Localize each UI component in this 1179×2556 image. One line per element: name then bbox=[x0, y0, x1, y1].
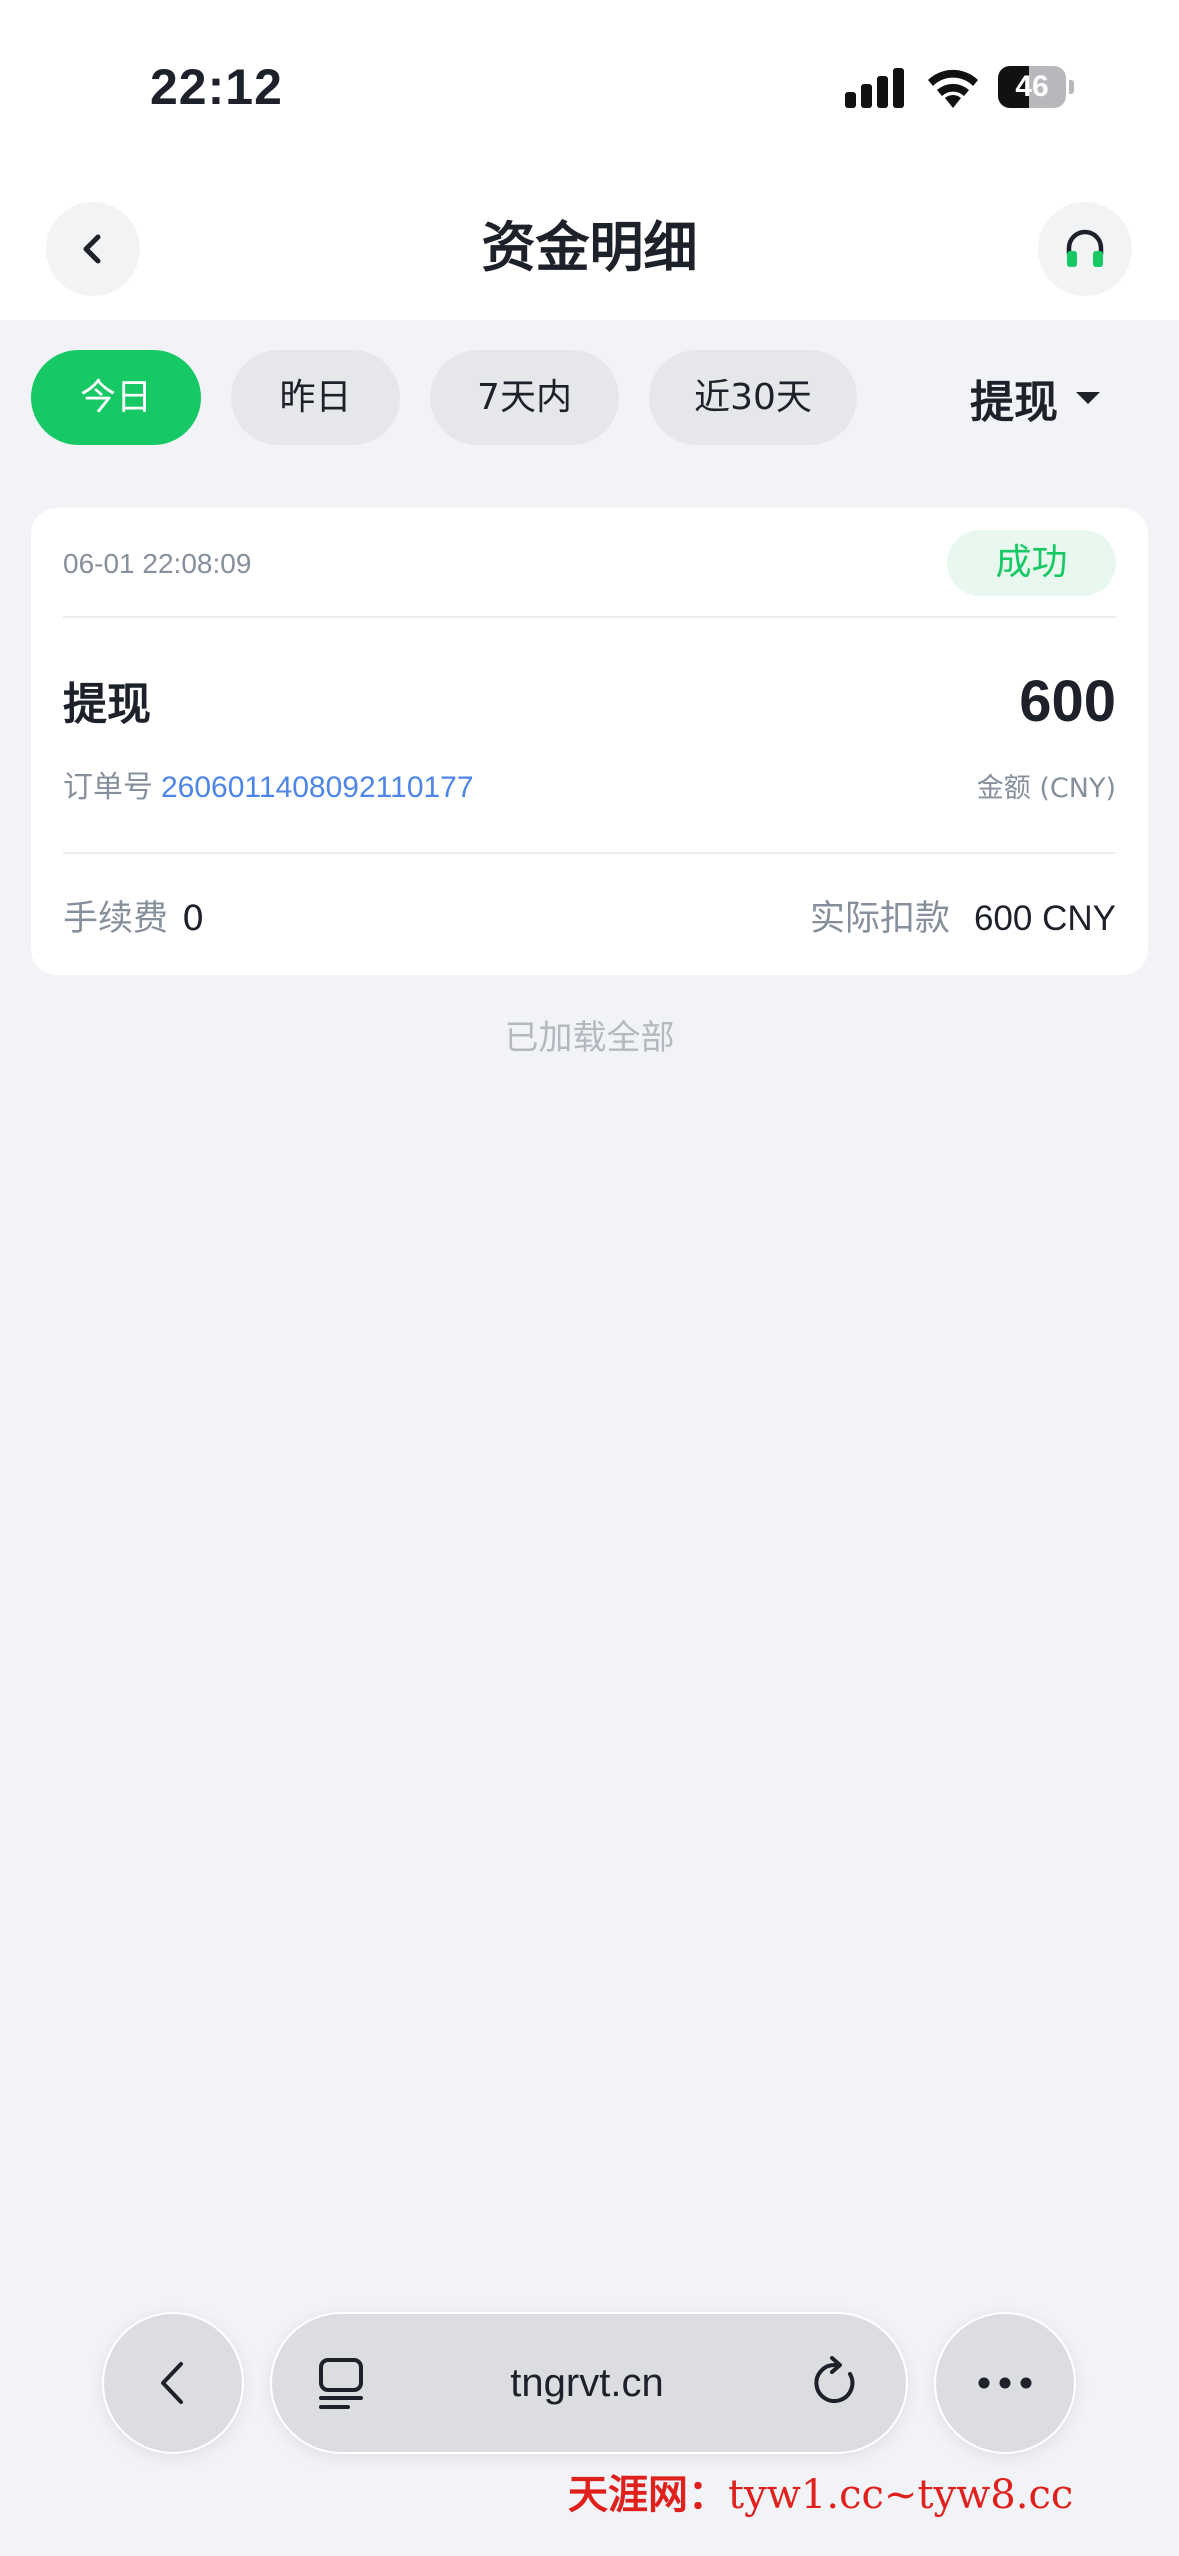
status-time: 22:12 bbox=[150, 59, 283, 115]
more-icon bbox=[978, 2377, 1032, 2389]
watermark-en: tyw1.cc~tyw8.cc bbox=[728, 2472, 1074, 2518]
transaction-type: 提现 bbox=[63, 679, 151, 730]
fee-value: 0 bbox=[182, 899, 205, 939]
actual-deduction-label: 实际扣款 bbox=[809, 899, 950, 939]
wifi-icon bbox=[928, 69, 978, 108]
signal-icon bbox=[845, 68, 904, 108]
divider bbox=[63, 852, 1116, 854]
actual-deduction-value: 600 CNY bbox=[973, 899, 1116, 938]
transaction-time: 06-01 22:08:09 bbox=[63, 548, 252, 579]
browser-back-button[interactable] bbox=[102, 2312, 244, 2454]
battery-level: 46 bbox=[1015, 70, 1049, 103]
reload-icon[interactable] bbox=[808, 2356, 862, 2410]
order-number-label: 订单号 bbox=[63, 770, 153, 805]
battery-icon: 46 bbox=[998, 66, 1074, 108]
order-number-row: 订单号 2606011408092110177 bbox=[63, 762, 474, 806]
browser-address-bar[interactable]: tngrvt.cn bbox=[270, 2312, 908, 2454]
fee-label: 手续费 bbox=[63, 899, 169, 939]
divider bbox=[63, 616, 1116, 618]
top-area: 22:12 46 资金明细 bbox=[0, 0, 1179, 320]
page-title: 资金明细 bbox=[481, 216, 698, 279]
transaction-card[interactable]: 06-01 22:08:09 成功 提现 600 订单号 260601140809… bbox=[31, 508, 1148, 975]
headset-icon bbox=[1066, 229, 1104, 267]
watermark: 天涯网：tyw1.cc~tyw8.cc bbox=[568, 2462, 1073, 2520]
browser-more-button[interactable] bbox=[934, 2312, 1076, 2454]
chevron-left-icon bbox=[161, 2362, 183, 2404]
amount-label: 金额 (CNY) bbox=[976, 773, 1116, 804]
customer-service-button[interactable] bbox=[1038, 202, 1132, 296]
caret-down-icon bbox=[1076, 391, 1100, 404]
filter-30-days[interactable]: 近30天 bbox=[649, 350, 857, 445]
watermark-cn: 天涯网： bbox=[568, 2471, 728, 2518]
type-dropdown-label: 提现 bbox=[970, 376, 1058, 428]
type-dropdown[interactable]: 提现 bbox=[970, 350, 1100, 445]
order-number[interactable]: 2606011408092110177 bbox=[161, 771, 474, 804]
tabs-icon[interactable] bbox=[316, 2355, 366, 2411]
url-text[interactable]: tngrvt.cn bbox=[510, 2361, 663, 2406]
filter-today[interactable]: 今日 bbox=[31, 350, 201, 445]
transaction-amount: 600 bbox=[1019, 669, 1116, 734]
filter-7-days[interactable]: 7天内 bbox=[430, 350, 619, 445]
filter-yesterday[interactable]: 昨日 bbox=[231, 350, 400, 445]
actual-deduction-row: 实际扣款 600 CNY bbox=[810, 890, 1116, 941]
list-end-text: 已加载全部 bbox=[504, 1018, 675, 1058]
status-badge: 成功 bbox=[947, 530, 1116, 596]
fee-row: 手续费 0 bbox=[63, 890, 204, 941]
